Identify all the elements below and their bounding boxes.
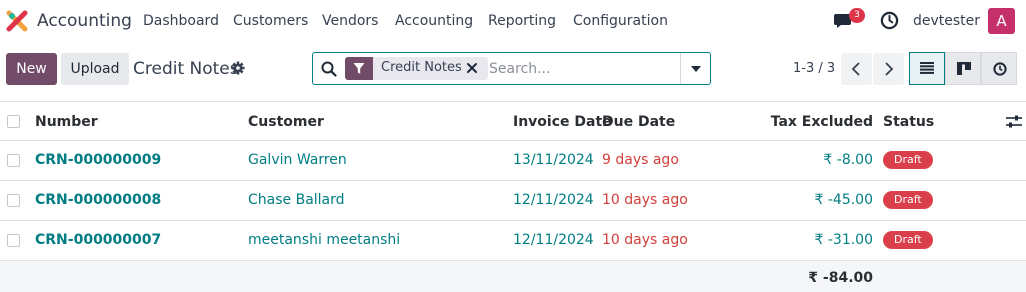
caret-down-icon (691, 66, 701, 72)
chevron-left-icon (851, 62, 860, 76)
select-all-checkbox[interactable] (7, 115, 20, 128)
row-checkbox[interactable] (7, 194, 20, 207)
row-tax-excluded: ₹ -8.00 (823, 152, 873, 168)
pager-previous-button[interactable] (841, 53, 872, 85)
kanban-view-button[interactable] (945, 52, 981, 85)
row-due-date: 10 days ago (602, 232, 688, 248)
row-customer[interactable]: meetanshi meetanshi (248, 232, 400, 248)
messages-count-badge: 3 (849, 8, 865, 23)
search-options-toggle[interactable] (680, 53, 710, 84)
nav-vendors[interactable]: Vendors (322, 13, 378, 29)
kanban-icon (957, 62, 971, 75)
nav-dashboard[interactable]: Dashboard (143, 13, 219, 29)
column-settings-icon[interactable] (1006, 115, 1022, 129)
column-tax-excluded[interactable]: Tax Excluded (763, 114, 873, 130)
row-number[interactable]: CRN-000000008 (35, 192, 161, 208)
table-footer: ₹ -84.00 (0, 261, 1026, 292)
row-number[interactable]: CRN-000000009 (35, 152, 161, 168)
status-badge: Draft (883, 151, 933, 169)
nav-configuration[interactable]: Configuration (573, 13, 668, 29)
page-title[interactable]: Credit Notes (133, 59, 239, 79)
table-row[interactable]: CRN-000000007 meetanshi meetanshi 12/11/… (0, 221, 1026, 261)
row-tax-excluded: ₹ -31.00 (814, 232, 874, 248)
filter-icon (353, 63, 365, 74)
upload-button[interactable]: Upload (61, 53, 129, 85)
user-avatar[interactable]: A (988, 8, 1015, 34)
activity-clock-icon[interactable] (880, 11, 899, 30)
filter-facet-badge (345, 57, 373, 80)
clock-icon (993, 62, 1007, 76)
row-checkbox[interactable] (7, 154, 20, 167)
row-number[interactable]: CRN-000000007 (35, 232, 161, 248)
close-icon[interactable] (465, 61, 479, 75)
table-header: Number Customer Invoice Date Due Date Ta… (0, 101, 1026, 141)
nav-accounting[interactable]: Accounting (395, 13, 473, 29)
app-logo-icon[interactable] (6, 10, 28, 32)
search-input[interactable] (489, 58, 679, 80)
activity-view-button[interactable] (981, 52, 1017, 85)
app-name[interactable]: Accounting (37, 11, 132, 31)
column-customer[interactable]: Customer (248, 114, 324, 130)
column-invoice-date[interactable]: Invoice Date (513, 114, 612, 130)
facet-label: Credit Notes (381, 60, 462, 75)
row-due-date: 9 days ago (602, 152, 679, 168)
list-view-button[interactable] (909, 52, 945, 85)
row-invoice-date: 12/11/2024 (513, 232, 594, 248)
chevron-right-icon (885, 62, 894, 76)
nav-reporting[interactable]: Reporting (488, 13, 556, 29)
nav-customers[interactable]: Customers (233, 13, 308, 29)
search-facet: Credit Notes (345, 57, 488, 80)
status-badge: Draft (883, 231, 933, 249)
user-name[interactable]: devtester (913, 13, 980, 29)
table-row[interactable]: CRN-000000008 Chase Ballard 12/11/2024 1… (0, 181, 1026, 221)
list-icon (920, 62, 934, 74)
row-customer[interactable]: Galvin Warren (248, 152, 347, 168)
row-invoice-date: 12/11/2024 (513, 192, 594, 208)
row-due-date: 10 days ago (602, 192, 688, 208)
column-due-date[interactable]: Due Date (602, 114, 675, 130)
total-tax-excluded: ₹ -84.00 (808, 270, 873, 286)
new-button[interactable]: New (6, 53, 57, 85)
gear-icon[interactable] (231, 61, 245, 75)
row-invoice-date: 13/11/2024 (513, 152, 594, 168)
search-bar[interactable]: Credit Notes (312, 52, 711, 85)
pager-value[interactable]: 1-3 / 3 (793, 61, 835, 76)
row-customer[interactable]: Chase Ballard (248, 192, 345, 208)
row-tax-excluded: ₹ -45.00 (814, 192, 874, 208)
row-checkbox[interactable] (7, 234, 20, 247)
column-number[interactable]: Number (35, 114, 98, 130)
status-badge: Draft (883, 191, 933, 209)
table-row[interactable]: CRN-000000009 Galvin Warren 13/11/2024 9… (0, 141, 1026, 181)
search-icon[interactable] (321, 61, 337, 77)
column-status[interactable]: Status (883, 114, 934, 130)
top-navbar: Accounting Dashboard Customers Vendors A… (0, 0, 1026, 42)
pager-next-button[interactable] (873, 53, 904, 85)
